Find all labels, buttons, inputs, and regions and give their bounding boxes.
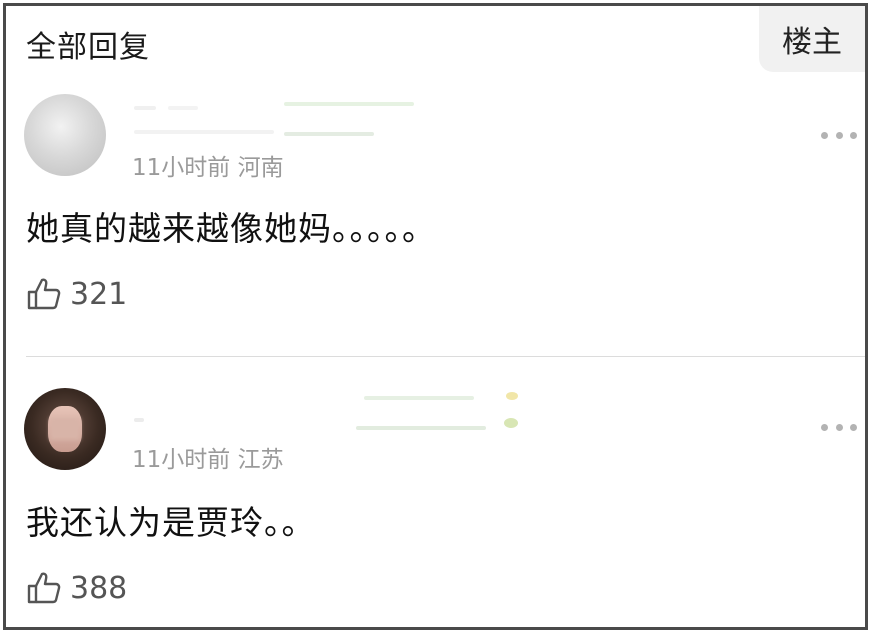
more-dots-icon[interactable]	[821, 130, 857, 140]
comment-meta: 11小时前 河南	[132, 148, 284, 182]
comment-text: 她真的越来越像她妈。。。。。	[26, 209, 436, 248]
avatar[interactable]	[24, 94, 106, 176]
username-blurred[interactable]	[134, 388, 534, 430]
comment-divider	[26, 356, 865, 357]
comment-location: 江苏	[237, 447, 284, 473]
comment-item: 11小时前 河南 她真的越来越像她妈。。。。。 321	[6, 6, 865, 358]
more-dots-icon[interactable]	[821, 422, 857, 432]
thumbs-up-icon	[27, 278, 61, 310]
comment-text: 我还认为是贾玲。。	[26, 503, 316, 542]
thumbs-up-icon	[27, 572, 61, 604]
like-count: 321	[70, 276, 128, 312]
comment-time: 11小时前	[132, 447, 231, 473]
like-count: 388	[70, 570, 128, 606]
like-button[interactable]: 388	[26, 570, 127, 606]
username-blurred[interactable]	[134, 100, 414, 138]
replies-panel: 全部回复 楼主 11小时前 河南 她真的越来越像她妈。。。。。 321 11小时…	[3, 3, 868, 630]
comment-time: 11小时前	[132, 155, 231, 181]
comment-meta: 11小时前 江苏	[132, 440, 284, 474]
like-button[interactable]: 321	[26, 276, 127, 312]
comment-item: 11小时前 江苏 我还认为是贾玲。。 388	[6, 358, 865, 627]
avatar[interactable]	[24, 388, 106, 470]
comment-location: 河南	[237, 155, 284, 181]
